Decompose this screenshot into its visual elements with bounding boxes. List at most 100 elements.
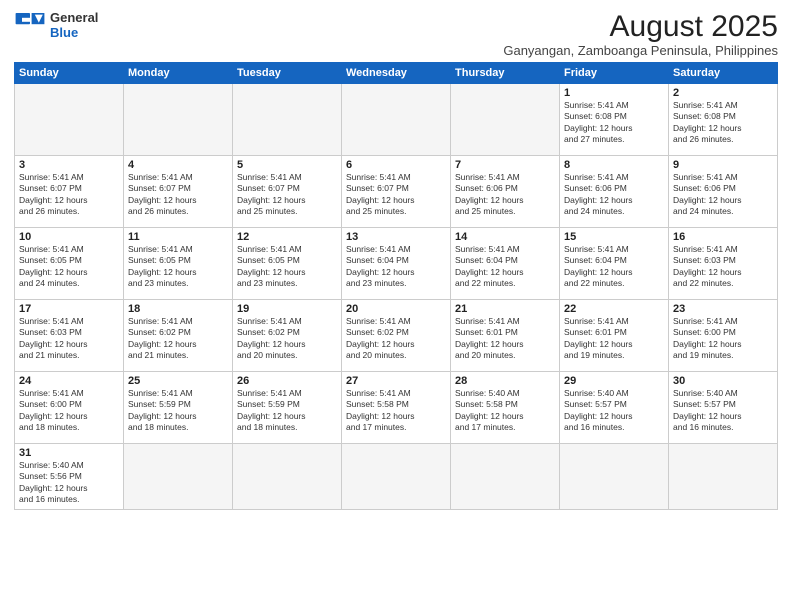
location-title: Ganyangan, Zamboanga Peninsula, Philippi… [503,43,778,58]
day-info: Sunrise: 5:40 AM Sunset: 5:58 PM Dayligh… [455,388,555,434]
day-info: Sunrise: 5:41 AM Sunset: 5:59 PM Dayligh… [128,388,228,434]
calendar-cell: 19Sunrise: 5:41 AM Sunset: 6:02 PM Dayli… [233,300,342,372]
calendar-cell: 28Sunrise: 5:40 AM Sunset: 5:58 PM Dayli… [451,372,560,444]
generalblue-logo-icon [14,11,46,39]
day-number: 5 [237,159,337,171]
calendar-cell: 24Sunrise: 5:41 AM Sunset: 6:00 PM Dayli… [15,372,124,444]
day-number: 9 [673,159,773,171]
calendar-cell: 23Sunrise: 5:41 AM Sunset: 6:00 PM Dayli… [669,300,778,372]
page: General Blue August 2025 Ganyangan, Zamb… [0,0,792,612]
day-number: 16 [673,231,773,243]
day-number: 7 [455,159,555,171]
calendar-cell [233,84,342,156]
calendar-cell [669,444,778,510]
day-info: Sunrise: 5:41 AM Sunset: 6:03 PM Dayligh… [19,316,119,362]
calendar-cell: 17Sunrise: 5:41 AM Sunset: 6:03 PM Dayli… [15,300,124,372]
calendar-header-saturday: Saturday [669,63,778,84]
calendar-cell: 7Sunrise: 5:41 AM Sunset: 6:06 PM Daylig… [451,156,560,228]
calendar-header-thursday: Thursday [451,63,560,84]
day-info: Sunrise: 5:41 AM Sunset: 6:06 PM Dayligh… [564,172,664,218]
title-area: August 2025 Ganyangan, Zamboanga Peninsu… [503,10,778,58]
day-info: Sunrise: 5:41 AM Sunset: 5:59 PM Dayligh… [237,388,337,434]
calendar-cell [342,84,451,156]
calendar-header-sunday: Sunday [15,63,124,84]
day-number: 13 [346,231,446,243]
day-info: Sunrise: 5:41 AM Sunset: 6:01 PM Dayligh… [455,316,555,362]
calendar-cell: 8Sunrise: 5:41 AM Sunset: 6:06 PM Daylig… [560,156,669,228]
day-number: 3 [19,159,119,171]
calendar-cell: 20Sunrise: 5:41 AM Sunset: 6:02 PM Dayli… [342,300,451,372]
day-info: Sunrise: 5:41 AM Sunset: 6:02 PM Dayligh… [128,316,228,362]
day-info: Sunrise: 5:41 AM Sunset: 6:04 PM Dayligh… [346,244,446,290]
calendar-cell [124,84,233,156]
day-info: Sunrise: 5:41 AM Sunset: 6:07 PM Dayligh… [346,172,446,218]
day-info: Sunrise: 5:41 AM Sunset: 6:06 PM Dayligh… [673,172,773,218]
logo-text: General Blue [50,10,98,40]
calendar-week-4: 17Sunrise: 5:41 AM Sunset: 6:03 PM Dayli… [15,300,778,372]
day-number: 24 [19,375,119,387]
calendar-cell: 1Sunrise: 5:41 AM Sunset: 6:08 PM Daylig… [560,84,669,156]
calendar-header-row: SundayMondayTuesdayWednesdayThursdayFrid… [15,63,778,84]
day-number: 14 [455,231,555,243]
calendar-cell [560,444,669,510]
day-info: Sunrise: 5:41 AM Sunset: 6:02 PM Dayligh… [237,316,337,362]
calendar-cell: 18Sunrise: 5:41 AM Sunset: 6:02 PM Dayli… [124,300,233,372]
day-number: 30 [673,375,773,387]
calendar-cell: 6Sunrise: 5:41 AM Sunset: 6:07 PM Daylig… [342,156,451,228]
calendar-cell: 14Sunrise: 5:41 AM Sunset: 6:04 PM Dayli… [451,228,560,300]
day-number: 29 [564,375,664,387]
header: General Blue August 2025 Ganyangan, Zamb… [14,10,778,58]
day-info: Sunrise: 5:41 AM Sunset: 6:00 PM Dayligh… [673,316,773,362]
calendar-cell: 2Sunrise: 5:41 AM Sunset: 6:08 PM Daylig… [669,84,778,156]
calendar-header-monday: Monday [124,63,233,84]
calendar-cell: 26Sunrise: 5:41 AM Sunset: 5:59 PM Dayli… [233,372,342,444]
day-number: 20 [346,303,446,315]
calendar-cell: 13Sunrise: 5:41 AM Sunset: 6:04 PM Dayli… [342,228,451,300]
calendar-cell: 15Sunrise: 5:41 AM Sunset: 6:04 PM Dayli… [560,228,669,300]
calendar-cell: 22Sunrise: 5:41 AM Sunset: 6:01 PM Dayli… [560,300,669,372]
calendar-week-2: 3Sunrise: 5:41 AM Sunset: 6:07 PM Daylig… [15,156,778,228]
day-info: Sunrise: 5:41 AM Sunset: 6:07 PM Dayligh… [19,172,119,218]
day-info: Sunrise: 5:41 AM Sunset: 6:08 PM Dayligh… [673,100,773,146]
day-info: Sunrise: 5:40 AM Sunset: 5:56 PM Dayligh… [19,460,119,506]
calendar-cell: 21Sunrise: 5:41 AM Sunset: 6:01 PM Dayli… [451,300,560,372]
calendar-cell [451,444,560,510]
day-info: Sunrise: 5:41 AM Sunset: 5:58 PM Dayligh… [346,388,446,434]
calendar-cell [451,84,560,156]
calendar-cell: 11Sunrise: 5:41 AM Sunset: 6:05 PM Dayli… [124,228,233,300]
calendar-cell: 27Sunrise: 5:41 AM Sunset: 5:58 PM Dayli… [342,372,451,444]
day-info: Sunrise: 5:40 AM Sunset: 5:57 PM Dayligh… [564,388,664,434]
calendar-cell: 31Sunrise: 5:40 AM Sunset: 5:56 PM Dayli… [15,444,124,510]
day-info: Sunrise: 5:41 AM Sunset: 6:06 PM Dayligh… [455,172,555,218]
logo-area: General Blue [14,10,98,40]
calendar-header-wednesday: Wednesday [342,63,451,84]
day-number: 22 [564,303,664,315]
calendar-cell: 16Sunrise: 5:41 AM Sunset: 6:03 PM Dayli… [669,228,778,300]
calendar-cell: 3Sunrise: 5:41 AM Sunset: 6:07 PM Daylig… [15,156,124,228]
calendar-week-1: 1Sunrise: 5:41 AM Sunset: 6:08 PM Daylig… [15,84,778,156]
day-number: 11 [128,231,228,243]
calendar-cell [124,444,233,510]
day-number: 25 [128,375,228,387]
calendar-cell: 10Sunrise: 5:41 AM Sunset: 6:05 PM Dayli… [15,228,124,300]
calendar-week-3: 10Sunrise: 5:41 AM Sunset: 6:05 PM Dayli… [15,228,778,300]
calendar-week-6: 31Sunrise: 5:40 AM Sunset: 5:56 PM Dayli… [15,444,778,510]
day-number: 23 [673,303,773,315]
day-info: Sunrise: 5:41 AM Sunset: 6:03 PM Dayligh… [673,244,773,290]
day-number: 1 [564,87,664,99]
day-info: Sunrise: 5:41 AM Sunset: 6:08 PM Dayligh… [564,100,664,146]
calendar-week-5: 24Sunrise: 5:41 AM Sunset: 6:00 PM Dayli… [15,372,778,444]
day-info: Sunrise: 5:40 AM Sunset: 5:57 PM Dayligh… [673,388,773,434]
day-number: 17 [19,303,119,315]
calendar-cell: 12Sunrise: 5:41 AM Sunset: 6:05 PM Dayli… [233,228,342,300]
day-number: 12 [237,231,337,243]
day-number: 31 [19,447,119,459]
month-title: August 2025 [503,10,778,43]
day-number: 10 [19,231,119,243]
day-number: 15 [564,231,664,243]
calendar-table: SundayMondayTuesdayWednesdayThursdayFrid… [14,62,778,510]
calendar-header-tuesday: Tuesday [233,63,342,84]
day-number: 18 [128,303,228,315]
day-info: Sunrise: 5:41 AM Sunset: 6:04 PM Dayligh… [455,244,555,290]
day-info: Sunrise: 5:41 AM Sunset: 6:00 PM Dayligh… [19,388,119,434]
